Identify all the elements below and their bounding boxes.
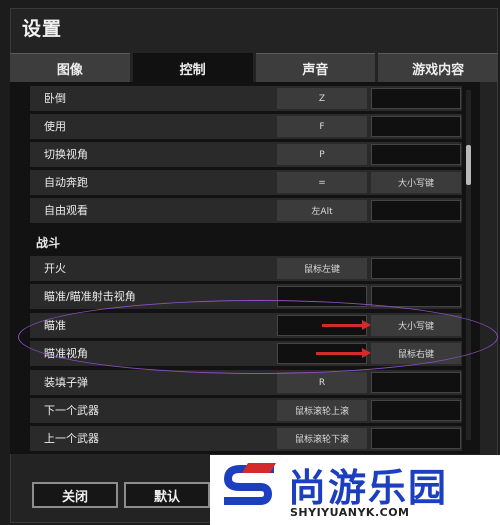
watermark-logo-icon	[223, 463, 276, 505]
secondary-key-slot[interactable]: 大小写键	[371, 172, 461, 193]
primary-key-slot[interactable]: 左Alt	[277, 200, 367, 221]
tab-bar: 图像 控制 声音 游戏内容	[10, 53, 498, 82]
secondary-key-slot[interactable]	[371, 144, 461, 165]
binding-row-free-look: 自由观看 左Alt	[30, 198, 462, 223]
action-label: 上一个武器	[44, 432, 99, 445]
primary-key-slot[interactable]: =	[277, 172, 367, 193]
primary-key-slot[interactable]: 鼠标滚轮下滚	[277, 428, 367, 449]
action-label: 下一个武器	[44, 404, 99, 417]
action-label: 装填子弹	[44, 376, 88, 389]
secondary-key-slot[interactable]	[371, 258, 461, 279]
red-arrow-icon	[316, 348, 371, 358]
binding-row-fire: 开火 鼠标左键	[30, 256, 462, 281]
primary-key-slot[interactable]: P	[277, 144, 367, 165]
primary-key-slot[interactable]: Z	[277, 88, 367, 109]
secondary-key-slot[interactable]	[371, 200, 461, 221]
primary-key-slot[interactable]: F	[277, 116, 367, 137]
tab-sound[interactable]: 声音	[255, 53, 376, 82]
action-label: 开火	[44, 262, 66, 275]
tab-controls[interactable]: 控制	[132, 53, 253, 82]
watermark: 尚游乐园 SHYIYUANYK.COM	[210, 455, 500, 525]
highlight-ellipse	[18, 300, 498, 374]
watermark-url: SHYIYUANYK.COM	[290, 506, 410, 519]
secondary-key-slot[interactable]	[371, 286, 461, 307]
binding-row-prev-weapon: 上一个武器 鼠标滚轮下滚	[30, 426, 462, 451]
primary-key-slot[interactable]: 鼠标滚轮上滚	[277, 400, 367, 421]
action-label: 使用	[44, 120, 66, 133]
secondary-key-slot[interactable]	[371, 428, 461, 449]
secondary-key-slot[interactable]	[371, 400, 461, 421]
action-label: 自由观看	[44, 204, 88, 217]
binding-row-prone: 卧倒 Z	[30, 86, 462, 111]
binding-row-use: 使用 F	[30, 114, 462, 139]
secondary-key-slot[interactable]	[371, 88, 461, 109]
tab-gameplay[interactable]: 游戏内容	[378, 53, 498, 82]
action-label: 卧倒	[44, 92, 66, 105]
action-label: 瞄准/瞄准射击视角	[44, 290, 136, 303]
close-button[interactable]: 关闭	[32, 482, 118, 508]
action-label: 自动奔跑	[44, 176, 88, 189]
section-title-combat: 战斗	[36, 236, 61, 250]
tab-graphics[interactable]: 图像	[10, 53, 130, 82]
action-label: 切换视角	[44, 148, 88, 161]
secondary-key-slot[interactable]	[371, 372, 461, 393]
binding-row-auto-run: 自动奔跑 = 大小写键	[30, 170, 462, 195]
binding-row-toggle-view: 切换视角 P	[30, 142, 462, 167]
secondary-key-slot[interactable]	[371, 116, 461, 137]
page-title: 设置	[22, 18, 63, 40]
reset-default-button[interactable]: 默认	[124, 482, 210, 508]
primary-key-slot[interactable]: R	[277, 372, 367, 393]
scrollbar-track[interactable]	[466, 90, 471, 440]
primary-key-slot[interactable]: 鼠标左键	[277, 258, 367, 279]
watermark-brand: 尚游乐园	[288, 466, 449, 510]
binding-row-next-weapon: 下一个武器 鼠标滚轮上滚	[30, 398, 462, 423]
red-arrow-icon	[322, 320, 371, 330]
scrollbar-thumb[interactable]	[466, 145, 471, 185]
